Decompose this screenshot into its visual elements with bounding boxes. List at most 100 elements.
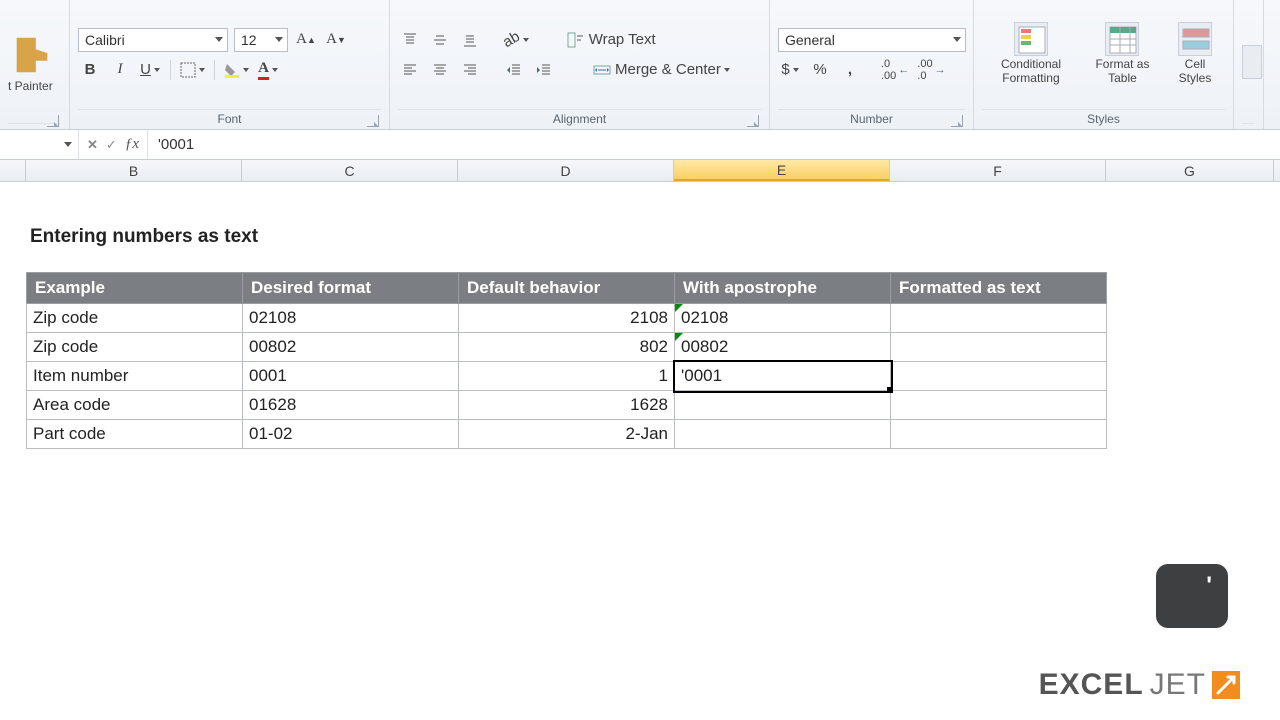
cell-styles-button[interactable]: Cell Styles — [1165, 20, 1225, 88]
font-color-button[interactable]: A — [256, 58, 280, 82]
align-center-button[interactable] — [428, 58, 452, 82]
column-header-D[interactable]: D — [458, 160, 674, 181]
accounting-format-button[interactable]: $ — [778, 58, 802, 82]
underline-button[interactable]: U — [138, 58, 162, 82]
cell[interactable]: Part code — [27, 420, 243, 449]
format-painter-label: t Painter — [8, 79, 53, 93]
format-as-table-label: Format as Table — [1092, 58, 1153, 84]
cell[interactable]: 02108 — [675, 304, 891, 333]
comma-format-button[interactable]: , — [838, 58, 862, 82]
cell[interactable]: '0001 — [675, 362, 891, 391]
fill-color-button[interactable] — [223, 58, 250, 82]
font-size-value: 12 — [241, 32, 257, 48]
align-left-button[interactable] — [398, 58, 422, 82]
select-all-corner[interactable] — [0, 160, 26, 181]
column-headers: BCDEFG — [0, 160, 1280, 182]
align-bottom-button[interactable] — [458, 28, 482, 52]
cell[interactable] — [675, 420, 891, 449]
font-size-select[interactable]: 12 — [234, 28, 288, 52]
logo-strong: EXCEL — [1039, 668, 1144, 702]
align-right-button[interactable] — [458, 58, 482, 82]
column-header-F[interactable]: F — [890, 160, 1106, 181]
table-header: Desired format — [243, 273, 459, 304]
align-middle-button[interactable] — [428, 28, 452, 52]
merge-center-button[interactable]: Merge & Center — [588, 58, 735, 82]
cell[interactable]: 802 — [459, 333, 675, 362]
decrease-decimal-button[interactable]: .00.0→ — [916, 58, 946, 82]
separator — [170, 60, 171, 80]
cell[interactable]: 2108 — [459, 304, 675, 333]
cell[interactable] — [675, 391, 891, 420]
cell[interactable]: Zip code — [27, 304, 243, 333]
table-header: Formatted as text — [891, 273, 1107, 304]
table-row[interactable]: Zip code0080280200802 — [27, 333, 1107, 362]
orientation-button[interactable]: ab — [502, 28, 530, 52]
column-header-B[interactable]: B — [26, 160, 242, 181]
cell[interactable] — [891, 362, 1107, 391]
wrap-text-button[interactable]: Wrap Text — [562, 28, 661, 52]
table-header: With apostrophe — [675, 273, 891, 304]
formula-input[interactable]: '0001 — [148, 136, 1280, 153]
number-format-select[interactable]: General — [778, 28, 966, 52]
align-top-button[interactable] — [398, 28, 422, 52]
column-header-C[interactable]: C — [242, 160, 458, 181]
clipboard-group-label — [8, 123, 61, 129]
italic-button[interactable]: I — [108, 58, 132, 82]
insert-button[interactable] — [1242, 43, 1262, 81]
cells-group-edge — [1234, 0, 1264, 129]
cell-styles-label: Cell Styles — [1171, 58, 1219, 84]
cell[interactable]: 02108 — [243, 304, 459, 333]
cell[interactable]: 1628 — [459, 391, 675, 420]
increase-decimal-button[interactable]: .0.00← — [880, 58, 910, 82]
confirm-entry-icon[interactable]: ✓ — [106, 137, 117, 153]
percent-format-button[interactable]: % — [808, 58, 832, 82]
dialog-launcher-icon[interactable] — [47, 115, 59, 127]
table-header: Default behavior — [459, 273, 675, 304]
cell[interactable] — [891, 420, 1107, 449]
cell[interactable]: 0001 — [243, 362, 459, 391]
conditional-formatting-button[interactable]: Conditional Formatting — [982, 20, 1080, 88]
separator — [214, 60, 215, 80]
cell[interactable]: 01-02 — [243, 420, 459, 449]
column-header-E[interactable]: E — [674, 160, 890, 181]
dialog-launcher-icon[interactable] — [747, 115, 759, 127]
format-painter-icon[interactable] — [8, 31, 56, 79]
fx-icon[interactable]: ƒx — [125, 136, 139, 153]
cell[interactable]: 00802 — [243, 333, 459, 362]
cell[interactable]: Zip code — [27, 333, 243, 362]
cell[interactable]: Area code — [27, 391, 243, 420]
cell[interactable]: 1 — [459, 362, 675, 391]
cancel-entry-icon[interactable]: ✕ — [87, 137, 98, 153]
conditional-formatting-label: Conditional Formatting — [988, 58, 1074, 84]
cell[interactable]: 01628 — [243, 391, 459, 420]
bold-button[interactable]: B — [78, 58, 102, 82]
cell[interactable]: 2-Jan — [459, 420, 675, 449]
decrease-indent-button[interactable] — [502, 58, 526, 82]
table-row[interactable]: Zip code02108210802108 — [27, 304, 1107, 333]
page-title: Entering numbers as text — [30, 226, 1280, 248]
name-box[interactable] — [0, 142, 78, 147]
styles-group: Conditional Formatting Format as Table C… — [974, 0, 1234, 129]
cell[interactable]: 00802 — [675, 333, 891, 362]
increase-indent-button[interactable] — [532, 58, 556, 82]
data-table: ExampleDesired formatDefault behaviorWit… — [26, 272, 1107, 449]
sheet-area[interactable]: Entering numbers as text ExampleDesired … — [0, 182, 1280, 449]
format-as-table-button[interactable]: Format as Table — [1086, 20, 1159, 88]
shrink-font-button[interactable]: A▼ — [324, 28, 348, 52]
exceljet-logo: EXCELJET — [1039, 668, 1240, 702]
number-format-value: General — [785, 32, 835, 48]
font-face-select[interactable]: Calibri — [78, 28, 228, 52]
table-row[interactable]: Part code01-022-Jan — [27, 420, 1107, 449]
cell[interactable] — [891, 333, 1107, 362]
borders-button[interactable] — [179, 58, 206, 82]
table-row[interactable]: Area code016281628 — [27, 391, 1107, 420]
dialog-launcher-icon[interactable] — [951, 115, 963, 127]
cell[interactable] — [891, 304, 1107, 333]
grow-font-button[interactable]: A▲ — [294, 28, 318, 52]
dialog-launcher-icon[interactable] — [367, 115, 379, 127]
clipboard-group: t Painter — [0, 0, 70, 129]
table-row[interactable]: Item number00011'0001 — [27, 362, 1107, 391]
cell[interactable]: Item number — [27, 362, 243, 391]
column-header-G[interactable]: G — [1106, 160, 1274, 181]
cell[interactable] — [891, 391, 1107, 420]
